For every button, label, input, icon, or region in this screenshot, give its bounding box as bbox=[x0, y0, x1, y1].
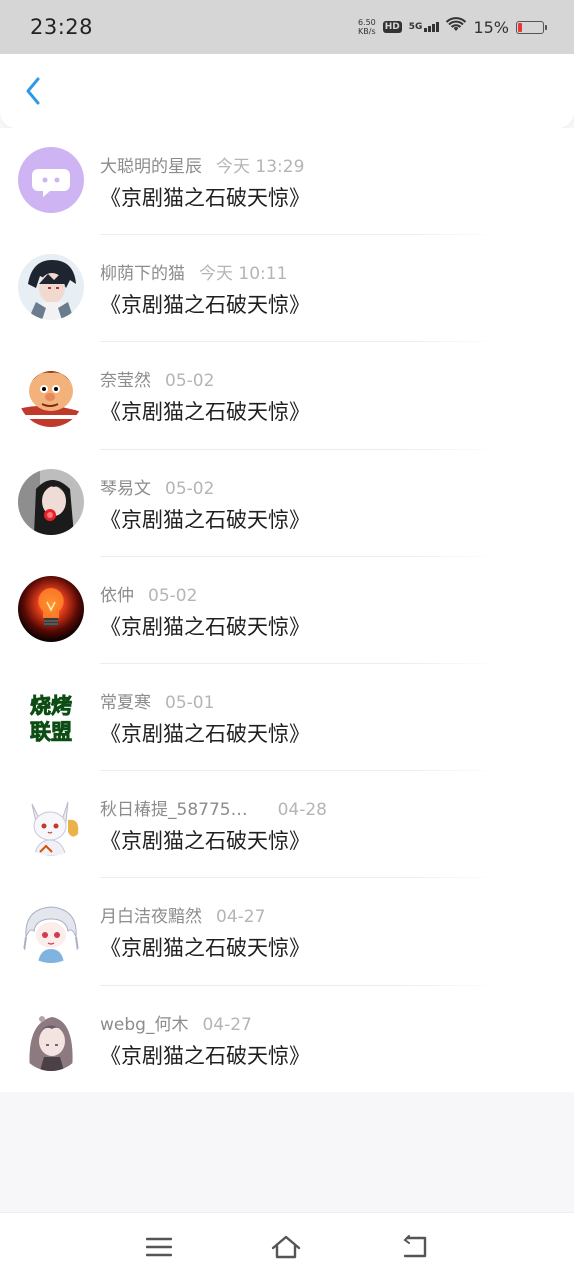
list-item[interactable]: 依仲 05-02 《京剧猫之石破天惊》 bbox=[0, 557, 574, 664]
list-item[interactable]: 月白洁夜黯然 04-27 《京剧猫之石破天惊》 bbox=[0, 878, 574, 986]
comment-content: 《京剧猫之石破天惊》 bbox=[100, 293, 310, 318]
list-item[interactable]: webg_何木 04-27 《京剧猫之石破天惊》 bbox=[0, 986, 574, 1093]
back-nav-button[interactable] bbox=[396, 1229, 432, 1265]
battery-icon bbox=[516, 20, 547, 34]
hd-icon: HD bbox=[382, 21, 402, 33]
comment-content: 《京剧猫之石破天惊》 bbox=[100, 507, 310, 532]
green-text-avatar[interactable]: 烧烤 联盟 bbox=[18, 682, 84, 749]
comment-list: 大聪明的星辰 今天 13:29 《京剧猫之石破天惊》 柳荫下的猫 今天 10:11 … bbox=[0, 128, 574, 1092]
comment-content: 《京剧猫之石破天惊》 bbox=[100, 186, 310, 210]
username[interactable]: 依仲 bbox=[100, 586, 134, 606]
comment-time: 04-27 bbox=[202, 1014, 252, 1035]
comment-time: 05-02 bbox=[148, 585, 198, 606]
comment-time: 04-27 bbox=[216, 907, 266, 928]
comment-content: 《京剧猫之石破天惊》 bbox=[100, 829, 310, 854]
comment-content: 《京剧猫之石破天惊》 bbox=[100, 400, 310, 425]
username[interactable]: 奈莹然 bbox=[100, 371, 151, 391]
list-item[interactable]: 大聪明的星辰 今天 13:29 《京剧猫之石破天惊》 bbox=[0, 128, 574, 236]
cartoon-face-avatar[interactable] bbox=[18, 361, 84, 428]
comment-meta: 常夏寒 05-01 bbox=[100, 688, 214, 713]
comment-meta: 琴易文 05-02 bbox=[100, 474, 214, 499]
status-bar: 23:28 6.50 KB/s HD 5G 15% bbox=[0, 0, 574, 54]
comment-time: 今天 10:11 bbox=[199, 264, 288, 285]
anime-girl-avatar[interactable] bbox=[18, 1004, 84, 1071]
network-speed: 6.50 KB/s bbox=[357, 18, 376, 36]
list-item[interactable]: 奈莹然 05-02 《京剧猫之石破天惊》 bbox=[0, 342, 574, 450]
comment-content: 《京剧猫之石破天惊》 bbox=[100, 1043, 310, 1068]
white-fox-avatar[interactable] bbox=[18, 790, 84, 857]
anime-boy-avatar[interactable] bbox=[18, 254, 84, 321]
home-icon bbox=[271, 1235, 301, 1259]
nav-header bbox=[0, 54, 574, 128]
comment-time: 05-02 bbox=[165, 478, 215, 499]
username[interactable]: 常夏寒 bbox=[100, 693, 151, 713]
home-button[interactable] bbox=[268, 1229, 304, 1265]
comment-meta: 奈莹然 05-02 bbox=[100, 366, 214, 391]
username[interactable]: webg_何木 bbox=[100, 1015, 188, 1035]
comment-content: 《京剧猫之石破天惊》 bbox=[100, 614, 310, 639]
svg-text:烧烤: 烧烤 bbox=[30, 694, 72, 718]
comment-meta: 大聪明的星辰 今天 13:29 bbox=[100, 152, 304, 177]
svg-text:联盟: 联盟 bbox=[30, 720, 72, 744]
comment-time: 05-01 bbox=[165, 692, 215, 713]
comment-content: 《京剧猫之石破天惊》 bbox=[100, 936, 310, 961]
lightbulb-avatar[interactable] bbox=[18, 575, 84, 642]
comment-time: 04-28 bbox=[277, 800, 327, 821]
battery-percentage: 15% bbox=[473, 17, 509, 37]
chibi-girl-avatar[interactable] bbox=[18, 897, 84, 964]
comment-meta: 秋日椿提_58775… 04-28 bbox=[100, 795, 327, 820]
back-button[interactable] bbox=[16, 74, 50, 108]
list-item[interactable]: 柳荫下的猫 今天 10:11 《京剧猫之石破天惊》 bbox=[0, 235, 574, 343]
comment-meta: webg_何木 04-27 bbox=[100, 1010, 252, 1035]
username[interactable]: 月白洁夜黯然 bbox=[100, 907, 202, 927]
chat-bubble-avatar[interactable] bbox=[18, 147, 84, 213]
status-time: 23:28 bbox=[30, 15, 94, 39]
list-item[interactable]: 秋日椿提_58775… 04-28 《京剧猫之石破天惊》 bbox=[0, 771, 574, 879]
username[interactable]: 琴易文 bbox=[100, 479, 151, 499]
menu-button[interactable] bbox=[141, 1229, 177, 1265]
comment-time: 05-02 bbox=[165, 371, 215, 392]
comment-meta: 依仲 05-02 bbox=[100, 581, 197, 606]
status-indicators: 6.50 KB/s HD 5G 15% bbox=[357, 17, 547, 37]
system-navigation-bar bbox=[0, 1212, 574, 1280]
back-icon bbox=[403, 1235, 427, 1258]
list-item[interactable]: 烧烤 联盟 常夏寒 05-01 《京剧猫之石破天惊》 bbox=[0, 664, 574, 772]
username[interactable]: 大聪明的星辰 bbox=[100, 157, 202, 177]
menu-icon bbox=[146, 1237, 172, 1257]
comment-content: 《京剧猫之石破天惊》 bbox=[100, 721, 310, 746]
username[interactable]: 柳荫下的猫 bbox=[100, 264, 185, 284]
comment-meta: 柳荫下的猫 今天 10:11 bbox=[100, 259, 287, 284]
username[interactable]: 秋日椿提_58775… bbox=[100, 800, 248, 820]
comment-meta: 月白洁夜黯然 04-27 bbox=[100, 902, 265, 927]
chevron-left-icon bbox=[26, 77, 40, 105]
comment-time: 今天 13:29 bbox=[216, 157, 305, 177]
girl-photo-avatar[interactable] bbox=[18, 468, 84, 535]
list-item[interactable]: 琴易文 05-02 《京剧猫之石破天惊》 bbox=[0, 450, 574, 557]
wifi-icon bbox=[446, 17, 467, 37]
signal-icon: 5G bbox=[409, 22, 440, 32]
